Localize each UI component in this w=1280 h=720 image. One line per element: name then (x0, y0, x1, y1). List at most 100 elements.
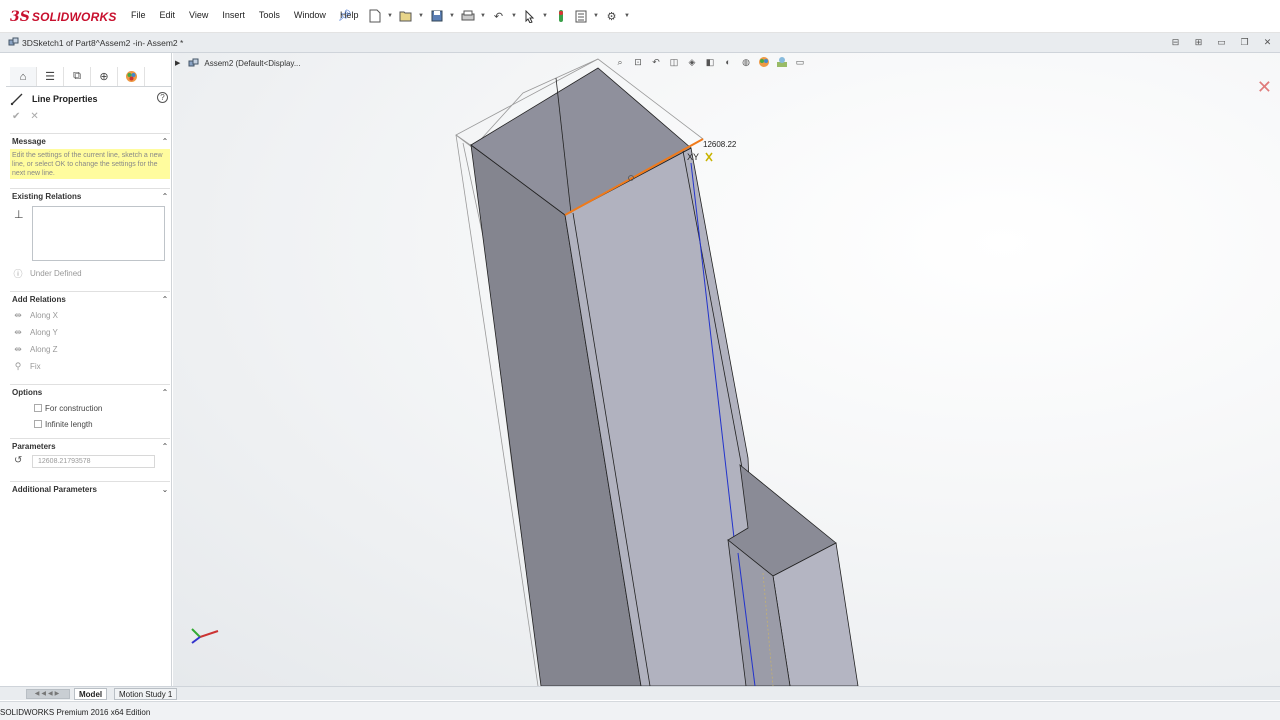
existing-relations-header[interactable]: Existing Relations ⌃ (10, 188, 170, 204)
along-x-icon: ⇹ (14, 310, 22, 320)
minimize-icon[interactable]: ▭ (1215, 37, 1228, 48)
new-dropdown-icon[interactable]: ▼ (386, 13, 394, 19)
dimension-label: 12608.22 (703, 140, 737, 149)
relations-icon: ⊥ (14, 209, 24, 221)
new-icon[interactable] (366, 7, 383, 25)
menu-view[interactable]: View (182, 10, 215, 20)
select-dropdown-icon[interactable]: ▼ (541, 13, 549, 19)
chevron-up-icon[interactable]: ⌃ (160, 137, 170, 146)
along-z-relation[interactable]: ⇹ Along Z (10, 341, 170, 358)
print-dropdown-icon[interactable]: ▼ (479, 13, 487, 19)
along-y-icon: ⇹ (14, 327, 22, 337)
existing-relations-section: Existing Relations ⌃ ⊥ ⓘ Under Defined (10, 188, 170, 282)
standard-toolbar: ▼ ▼ ▼ ▼ ↶ ▼ ▼ ▼ ⚙ ▼ (366, 7, 631, 25)
for-construction-label: For construction (45, 403, 103, 413)
restore-icon[interactable]: ❐ (1238, 37, 1251, 48)
message-section-header[interactable]: Message ⌃ (10, 133, 170, 149)
additional-parameters-section: Additional Parameters ⌄ (10, 481, 170, 497)
print-icon[interactable] (459, 7, 476, 25)
existing-relations-list[interactable] (32, 206, 165, 261)
manager-tabs: ⌂ ☰ ⧉ ⊕ (6, 67, 172, 87)
menu-tools[interactable]: Tools (252, 10, 287, 20)
rebuild-icon[interactable] (552, 7, 569, 25)
infinite-length-label: Infinite length (45, 419, 93, 429)
chevron-up-icon[interactable]: ⌃ (160, 192, 170, 201)
existing-relations-title: Existing Relations (12, 192, 82, 201)
add-relations-header[interactable]: Add Relations ⌃ (10, 291, 170, 307)
logo-text: SOLIDWORKS (31, 10, 117, 24)
undo-dropdown-icon[interactable]: ▼ (510, 13, 518, 19)
along-x-relation[interactable]: ⇹ Along X (10, 307, 170, 324)
undo-icon[interactable]: ↶ (490, 7, 507, 25)
infinite-length-option[interactable]: Infinite length (10, 416, 170, 432)
menu-bar: 3S SOLIDWORKS File Edit View Insert Tool… (0, 0, 1280, 33)
close-icon[interactable]: ✕ (1261, 37, 1274, 48)
file-properties-dropdown-icon[interactable]: ▼ (592, 13, 600, 19)
along-x-label: Along X (30, 311, 59, 320)
along-y-relation[interactable]: ⇹ Along Y (10, 324, 170, 341)
chevron-down-icon[interactable]: ⌄ (160, 485, 170, 494)
feature-manager-tab-icon[interactable]: ⌂ (10, 67, 37, 86)
for-construction-option[interactable]: For construction (10, 400, 170, 416)
bottom-tabs-bar: ◀◀◀▶ Model Motion Study 1 (0, 686, 1280, 700)
tab-scroll-arrows-icon[interactable]: ◀◀◀▶ (26, 689, 70, 699)
for-construction-checkbox[interactable] (34, 404, 42, 412)
tab-motion-study[interactable]: Motion Study 1 (114, 688, 178, 700)
fix-relation[interactable]: ⚲ Fix (10, 358, 170, 375)
status-bar: SOLIDWORKS Premium 2016 x64 Edition (0, 701, 1280, 720)
chevron-up-icon[interactable]: ⌃ (160, 442, 170, 451)
chevron-up-icon[interactable]: ⌃ (160, 388, 170, 397)
tab-model[interactable]: Model (74, 688, 108, 700)
menu-window[interactable]: Window (287, 10, 333, 20)
status-row: ⓘ Under Defined (10, 265, 170, 282)
options-header[interactable]: Options ⌃ (10, 384, 170, 400)
message-section-title: Message (12, 137, 46, 146)
open-dropdown-icon[interactable]: ▼ (417, 13, 425, 19)
window-controls: ⊟ ⊞ ▭ ❐ ✕ (1169, 37, 1274, 48)
infinite-length-checkbox[interactable] (34, 420, 42, 428)
property-manager: ⌂ ☰ ⧉ ⊕ Line Properties ? ✔ ✕ Message ⌃ … (6, 53, 172, 686)
line-icon (10, 93, 23, 106)
parameters-title: Parameters (12, 442, 56, 451)
fix-label: Fix (30, 362, 41, 371)
cancel-button[interactable]: ✕ (30, 111, 38, 122)
property-manager-tab-icon[interactable]: ☰ (37, 67, 64, 86)
file-properties-icon[interactable] (572, 7, 589, 25)
ok-button[interactable]: ✔ (12, 111, 20, 122)
logo-ds: 3S (10, 9, 30, 25)
additional-parameters-header[interactable]: Additional Parameters ⌄ (10, 481, 170, 497)
menu-file[interactable]: File (124, 10, 153, 20)
length-input[interactable]: 12608.21793578 (32, 455, 155, 468)
dimxpert-manager-tab-icon[interactable]: ⊕ (91, 67, 118, 86)
add-relations-section: Add Relations ⌃ ⇹ Along X ⇹ Along Y ⇹ Along… (10, 291, 170, 375)
message-text: Edit the settings of the current line, s… (10, 149, 170, 179)
coordinate-triad-icon (191, 628, 219, 644)
parameters-header[interactable]: Parameters ⌃ (10, 438, 170, 454)
tile-vertical-icon[interactable]: ⊞ (1192, 37, 1205, 48)
chevron-up-icon[interactable]: ⌃ (160, 295, 170, 304)
message-section: Message ⌃ Edit the settings of the curre… (10, 133, 170, 179)
open-icon[interactable] (397, 7, 414, 25)
configuration-manager-tab-icon[interactable]: ⧉ (64, 67, 91, 86)
menu-insert[interactable]: Insert (215, 10, 252, 20)
tile-horizontal-icon[interactable]: ⊟ (1169, 37, 1182, 48)
model-view: 12608.22 XY (191, 58, 859, 686)
options-dropdown-icon[interactable]: ▼ (623, 13, 631, 19)
solidworks-logo[interactable]: 3S SOLIDWORKS (10, 8, 117, 26)
add-relations-title: Add Relations (12, 295, 66, 304)
graphics-area[interactable]: ▶ Assem2 (Default<Display... ⌕ ⊡ ↶ ◫ ◈ ◧… (173, 53, 1280, 686)
options-icon[interactable]: ⚙ (603, 7, 620, 25)
coincident-icon (705, 152, 713, 162)
save-dropdown-icon[interactable]: ▼ (448, 13, 456, 19)
fix-icon: ⚲ (14, 361, 22, 371)
pin-icon[interactable]: 📌︎ (338, 9, 352, 22)
help-icon[interactable]: ? (157, 92, 168, 103)
product-edition: SOLIDWORKS Premium 2016 x64 Edition (0, 708, 151, 717)
menu-edit[interactable]: Edit (153, 10, 183, 20)
options-section: Options ⌃ For construction Infinite leng… (10, 384, 170, 432)
select-icon[interactable] (521, 7, 538, 25)
display-manager-tab-icon[interactable] (118, 67, 145, 86)
document-title: 3DSketch1 of Part8^Assem2 -in- Assem2 * (22, 38, 184, 48)
info-icon: ⓘ (13, 269, 23, 279)
save-icon[interactable] (428, 7, 445, 25)
